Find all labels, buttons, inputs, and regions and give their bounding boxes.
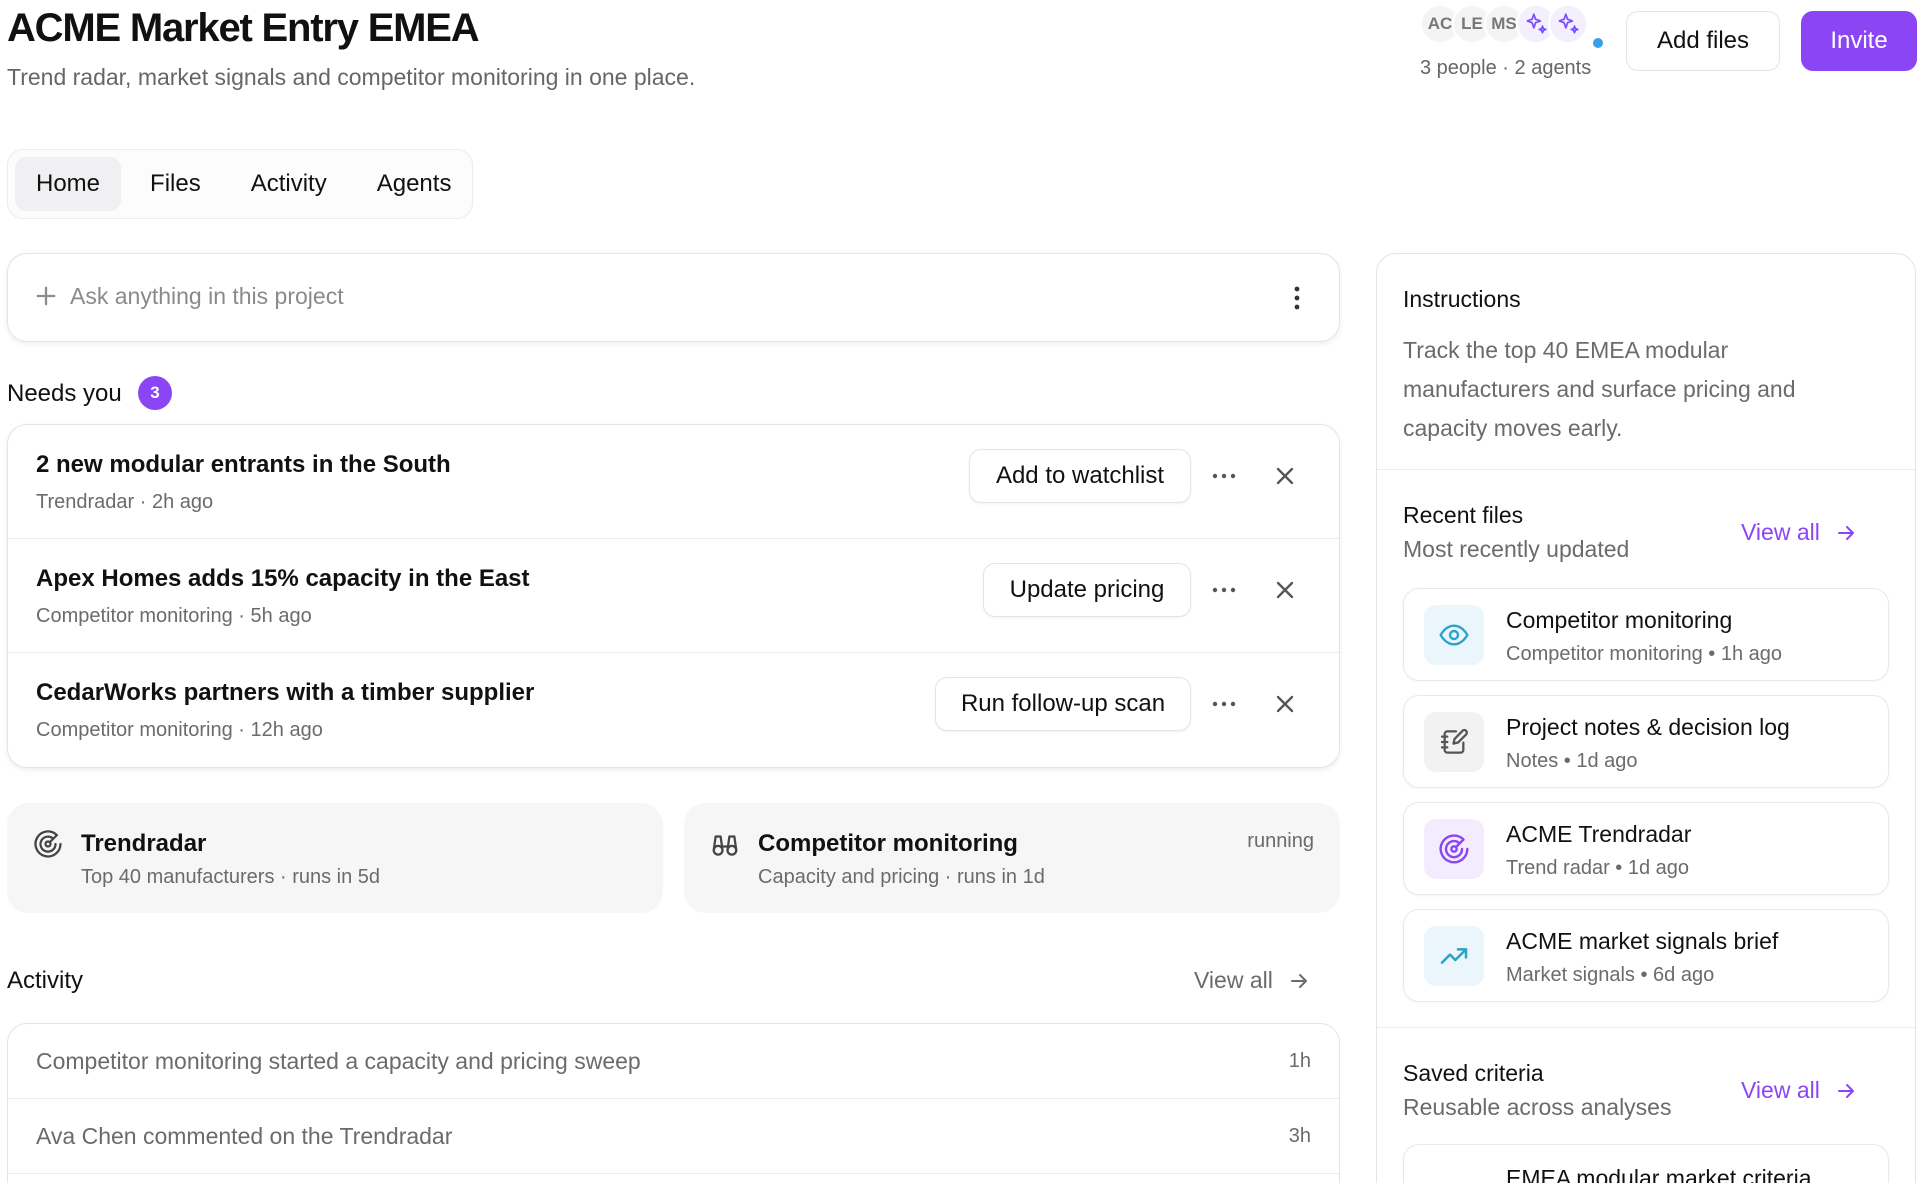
- add-files-button[interactable]: Add files: [1626, 11, 1780, 71]
- criteria-title: EMEA modular market criteria: [1506, 1165, 1812, 1183]
- tab-activity[interactable]: Activity: [230, 157, 348, 211]
- agent-card-competitor-monitoring[interactable]: Competitor monitoring Capacity and prici…: [684, 803, 1340, 913]
- file-card[interactable]: ACME market signals brief Market signals…: [1403, 909, 1889, 1002]
- needs-you-list: 2 new modular entrants in the South Tren…: [7, 424, 1340, 768]
- file-icon-tile: [1424, 712, 1484, 772]
- recent-files-subtitle: Most recently updated: [1403, 536, 1630, 562]
- add-to-watchlist-button[interactable]: Add to watchlist: [969, 449, 1191, 503]
- agent-card-trendradar[interactable]: Trendradar Top 40 manufacturers · runs i…: [7, 803, 663, 913]
- member-avatars[interactable]: AC LE MS: [1420, 4, 1610, 51]
- needs-item-meta: Competitor monitoring · 12h ago: [36, 719, 323, 741]
- file-meta: Notes • 1d ago: [1506, 750, 1638, 772]
- agent-meta: Capacity and pricing · runs in 1d: [758, 866, 1045, 888]
- divider: [1377, 1027, 1915, 1028]
- criteria-card[interactable]: EMEA modular market criteria: [1403, 1144, 1889, 1183]
- file-title: ACME Trendradar: [1506, 821, 1692, 847]
- needs-item: CedarWorks partners with a timber suppli…: [8, 653, 1339, 767]
- close-icon[interactable]: [1271, 690, 1299, 718]
- close-icon[interactable]: [1271, 462, 1299, 490]
- file-meta: Trend radar • 1d ago: [1506, 857, 1690, 879]
- view-all-label: View all: [1194, 967, 1273, 993]
- activity-time: 1h: [1288, 1050, 1311, 1072]
- close-icon[interactable]: [1271, 576, 1299, 604]
- agent-title: Trendradar: [81, 830, 207, 857]
- tab-bar: Home Files Activity Agents: [7, 149, 473, 219]
- instructions-heading: Instructions: [1403, 286, 1521, 312]
- file-meta: Competitor monitoring • 1h ago: [1506, 643, 1783, 665]
- file-card[interactable]: Project notes & decision log Notes • 1d …: [1403, 695, 1889, 788]
- update-pricing-button[interactable]: Update pricing: [983, 563, 1191, 617]
- saved-criteria-heading: Saved criteria: [1403, 1060, 1544, 1086]
- more-horizontal-icon[interactable]: [1211, 581, 1237, 599]
- needs-you-count-badge: 3: [138, 376, 172, 410]
- activity-row[interactable]: Competitor monitoring started a capacity…: [8, 1024, 1339, 1099]
- needs-item: 2 new modular entrants in the South Tren…: [8, 425, 1339, 539]
- needs-item-title: 2 new modular entrants in the South: [36, 451, 451, 478]
- divider: [1377, 469, 1915, 470]
- arrow-right-icon: [1837, 1083, 1854, 1098]
- sparkles-icon: [1558, 13, 1579, 34]
- needs-item-meta: Trendradar · 2h ago: [36, 491, 214, 513]
- tab-files[interactable]: Files: [129, 157, 222, 211]
- file-meta: Market signals • 6d ago: [1506, 964, 1715, 986]
- activity-view-all-link[interactable]: View all: [1194, 967, 1311, 994]
- file-title: Competitor monitoring: [1506, 607, 1733, 633]
- project-side-panel: Instructions Track the top 40 EMEA modul…: [1376, 253, 1916, 1183]
- recent-files-heading: Recent files: [1403, 502, 1524, 528]
- needs-item-meta: Competitor monitoring · 5h ago: [36, 605, 312, 627]
- activity-time: 3h: [1288, 1125, 1311, 1147]
- needs-you-heading: Needs you: [7, 380, 122, 407]
- tab-home[interactable]: Home: [15, 157, 122, 211]
- page-title: ACME Market Entry EMEA: [7, 6, 480, 50]
- activity-row[interactable]: Ava Chen commented on the Trendradar 3h: [8, 1099, 1339, 1174]
- invite-button[interactable]: Invite: [1801, 11, 1917, 71]
- eye-icon: [1439, 624, 1469, 646]
- activity-text: Competitor monitoring started a capacity…: [36, 1048, 641, 1074]
- plus-icon[interactable]: [32, 282, 60, 310]
- agent-title: Competitor monitoring: [758, 830, 1018, 857]
- arrow-right-icon: [1837, 525, 1854, 540]
- trending-up-icon: [1440, 948, 1468, 964]
- agent-status: running: [1247, 830, 1314, 852]
- file-title: ACME market signals brief: [1506, 928, 1779, 954]
- arrow-right-icon: [1290, 973, 1307, 988]
- file-card[interactable]: Competitor monitoring Competitor monitor…: [1403, 588, 1889, 681]
- needs-item-title: CedarWorks partners with a timber suppli…: [36, 679, 535, 706]
- view-all-label: View all: [1741, 1077, 1820, 1103]
- tab-agents[interactable]: Agents: [356, 157, 473, 211]
- file-icon-tile: [1424, 605, 1484, 665]
- sparkles-icon: [1526, 13, 1547, 34]
- file-icon-tile: [1424, 926, 1484, 986]
- ask-input[interactable]: Ask anything in this project: [7, 253, 1340, 342]
- page-subtitle: Trend radar, market signals and competit…: [7, 64, 696, 90]
- agent-meta: Top 40 manufacturers · runs in 5d: [81, 866, 381, 888]
- view-all-label: View all: [1741, 519, 1820, 545]
- more-horizontal-icon[interactable]: [1211, 467, 1237, 485]
- instructions-body: Track the top 40 EMEA modular manufactur…: [1403, 337, 1796, 441]
- run-follow-up-scan-button[interactable]: Run follow-up scan: [935, 677, 1191, 731]
- activity-text: Ava Chen commented on the Trendradar: [36, 1123, 453, 1149]
- activity-heading: Activity: [7, 967, 84, 994]
- needs-item-title: Apex Homes adds 15% capacity in the East: [36, 565, 530, 592]
- saved-criteria-subtitle: Reusable across analyses: [1403, 1094, 1672, 1120]
- activity-list: Competitor monitoring started a capacity…: [7, 1023, 1340, 1183]
- file-icon-tile: [1424, 819, 1484, 879]
- needs-item: Apex Homes adds 15% capacity in the East…: [8, 539, 1339, 653]
- people-count: 3 people · 2 agents: [1420, 57, 1592, 79]
- file-title: Project notes & decision log: [1506, 714, 1790, 740]
- radar-icon: [34, 830, 62, 858]
- presence-dot: [1590, 35, 1606, 51]
- ask-placeholder: Ask anything in this project: [70, 283, 344, 309]
- more-horizontal-icon[interactable]: [1211, 695, 1237, 713]
- more-vertical-icon[interactable]: [1293, 284, 1301, 312]
- file-card[interactable]: ACME Trendradar Trend radar • 1d ago: [1403, 802, 1889, 895]
- saved-criteria-view-all-link[interactable]: View all: [1741, 1077, 1858, 1104]
- radar-icon: [1439, 834, 1469, 864]
- recent-files-view-all-link[interactable]: View all: [1741, 519, 1858, 546]
- notebook-pen-icon: [1440, 728, 1468, 754]
- binoculars-icon: [712, 835, 738, 856]
- agent-avatar[interactable]: [1548, 4, 1588, 44]
